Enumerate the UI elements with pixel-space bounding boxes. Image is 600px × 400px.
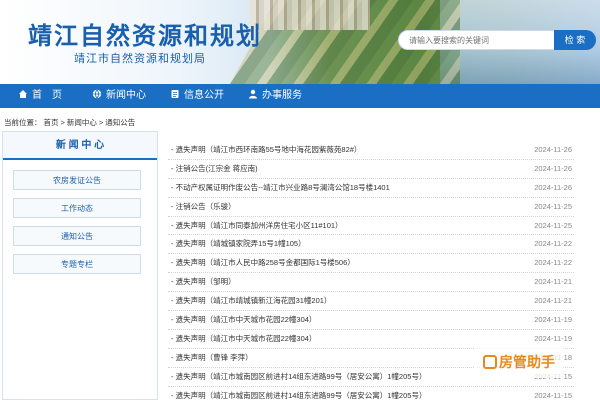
list-item-title[interactable]: - 遗失声明（靖江市同泰加州洋房住宅小区11#101） [171,217,343,235]
list-item-title[interactable]: - 遗失声明（靖城镇家院弄15号1幢105） [171,235,306,253]
list-item-title[interactable]: - 遗失声明（靖江市城南园区前进村14组东进路99号（居安公寓）1幢205号） [171,368,426,386]
sidebar-item-housing-cert[interactable]: 农房发证公告 [13,170,141,190]
list-item-date: 2024-11-26 [534,163,572,173]
list-item[interactable]: - 遗失声明（靖江市同泰加州洋房住宅小区11#101） 2024-11-25 [168,217,574,236]
list-item-title[interactable]: - 遗失声明（靖江市中天城市花园22幢304） [171,330,316,348]
nav-item-service[interactable]: 办事服务 [248,84,302,108]
list-item-title[interactable]: - 遗失声明（靖江市西环南路55号地中海花园紫薇苑82#） [171,141,361,159]
list-item[interactable]: - 遗失声明（靖江市西环南路55号地中海花园紫薇苑82#） 2024-11-26 [168,141,574,160]
sidebar-heading: 新 闻 中 心 [3,132,157,160]
nav-item-info[interactable]: 信息公开 [170,84,224,108]
breadcrumb-current: 通知公告 [105,118,136,127]
list-item-title[interactable]: - 遗失声明（靖江市城南园区前进村14组东进路99号（居安公寓）1幢205号） [171,387,426,400]
list-item-date: 2024-11-21 [534,277,572,287]
list-item-date: 2024-11-15 [534,390,572,400]
list-item-date: 2024-11-25 [534,220,572,230]
nav-label: 首 页 [32,90,62,101]
list-item[interactable]: - 不动产权属证明作废公告--靖江市兴业路8号澜湾公馆18号楼1401 2024-… [168,179,574,198]
header-banner: 靖江自然资源和规划 靖江市自然资源和规划局 检 索 [0,0,600,84]
search-input[interactable] [398,30,558,50]
list-item[interactable]: - 注销公告(江宗金 蒋应南) 2024-11-26 [168,160,574,179]
list-item-date: 2024-11-21 [534,296,572,306]
list-item[interactable]: - 注销公告（乐骏） 2024-11-25 [168,198,574,217]
list-item-title[interactable]: - 注销公告（乐骏） [171,198,236,216]
list-item[interactable]: - 遗失声明（邹明） 2024-11-21 [168,273,574,293]
app-logo-icon [483,355,497,369]
document-icon [171,90,179,98]
main-nav: 首 页 新闻中心 信息公开 办事服务 [0,84,600,108]
sidebar-item-work-news[interactable]: 工作动态 [13,198,141,218]
breadcrumb-link-news[interactable]: 新闻中心 [67,118,97,127]
search-box: 检 索 [398,30,596,50]
sidebar: 新 闻 中 心 农房发证公告 工作动态 通知公告 专题专栏 [2,131,158,400]
list-item[interactable]: - 遗失声明（靖江市中天城市花园22幢304） 2024-11-19 [168,311,574,330]
home-icon [19,90,27,98]
list-item-date: 2024-11-26 [534,182,572,192]
list-item-date: 2024-11-26 [534,145,572,154]
breadcrumb-label: 当前位置： [4,118,42,127]
nav-item-news[interactable]: 新闻中心 [92,84,146,108]
breadcrumb-link-home[interactable]: 首页 [44,118,59,127]
list-item-date: 2024-11-22 [534,258,572,268]
site-title: 靖江自然资源和规划 [28,21,262,50]
search-button[interactable]: 检 索 [554,30,596,50]
nav-item-home[interactable]: 首 页 [18,84,62,108]
list-item-title[interactable]: - 遗失声明（靖江市人民中路258号金都国际1号楼506） [171,254,355,272]
person-icon [249,89,257,99]
nav-label: 办事服务 [262,90,302,101]
list-item-title[interactable]: - 注销公告(江宗金 蒋应南) [171,160,258,178]
list-item-title[interactable]: - 不动产权属证明作废公告--靖江市兴业路8号澜湾公馆18号楼1401 [171,179,390,197]
list-item-title[interactable]: - 遗失声明（靖江市中天城市花园22幢304） [171,311,316,329]
breadcrumb: 当前位置： 首页 > 新闻中心 > 通知公告 [4,117,137,128]
list-item-date: 2024-11-22 [534,239,572,249]
breadcrumb-separator: > [98,118,104,127]
site-subtitle: 靖江市自然资源和规划局 [74,53,206,65]
list-item-title[interactable]: - 遗失声明（曹锋 李萍） [171,349,253,367]
nav-label: 信息公开 [184,90,224,101]
list-item[interactable]: - 遗失声明（靖江市人民中路258号金都国际1号楼506） 2024-11-22 [168,254,574,274]
list-item-date: 2024-11-19 [534,315,572,325]
nav-label: 新闻中心 [106,90,146,101]
list-item-title[interactable]: - 遗失声明（靖江市靖城镇新江海花园31幢201） [171,292,331,310]
breadcrumb-separator: > [60,118,65,127]
list-item[interactable]: - 遗失声明（靖江市城南园区前进村14组东进路99号（居安公寓）1幢205号） 2… [168,387,574,400]
watermark: 房管助手 [474,346,564,378]
sidebar-item-special[interactable]: 专题专栏 [13,254,141,274]
list-item[interactable]: - 遗失声明（靖江市靖城镇新江海花园31幢201） 2024-11-21 [168,292,574,312]
watermark-text: 房管助手 [499,354,555,370]
list-item-date: 2024-11-25 [534,201,572,211]
list-item-title[interactable]: - 遗失声明（邹明） [171,273,236,291]
globe-icon [92,89,102,99]
sidebar-item-notices[interactable]: 通知公告 [13,226,141,246]
list-item[interactable]: - 遗失声明（靖城镇家院弄15号1幢105） 2024-11-22 [168,235,574,255]
